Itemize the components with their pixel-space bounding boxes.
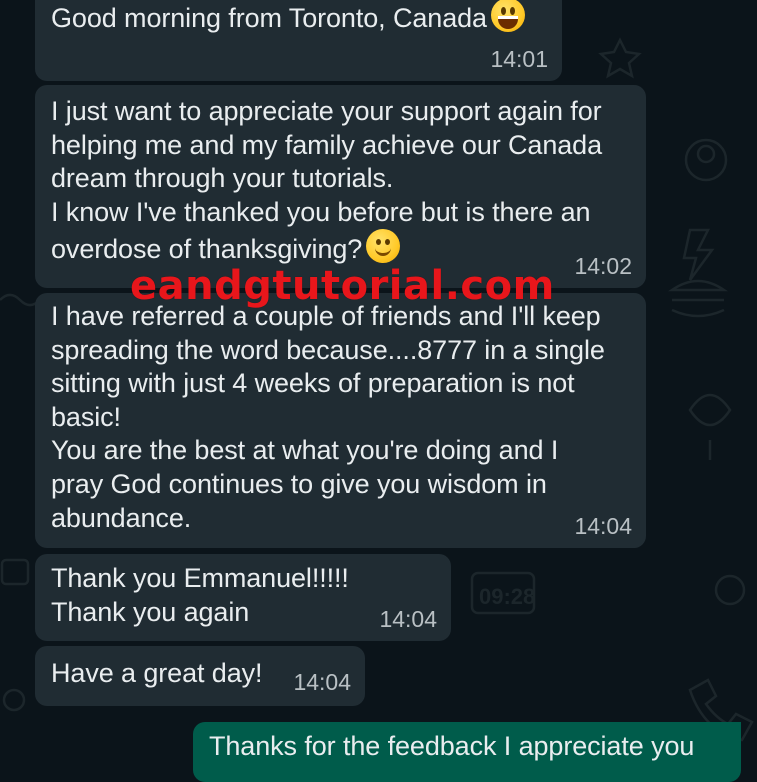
message-bubble[interactable]: Good morning from Toronto, Canada 14:01 xyxy=(35,0,562,81)
message-bubble[interactable]: Have a great day! 14:04 xyxy=(35,646,365,706)
message-bubble[interactable]: Thank you Emmanuel!!!!! Thank you again … xyxy=(35,554,451,641)
message-text: I just want to appreciate your support a… xyxy=(51,85,630,267)
doodle-burger-icon xyxy=(667,279,729,318)
message-text-content: I just want to appreciate your support a… xyxy=(51,96,603,265)
message-bubble[interactable]: I have referred a couple of friends and … xyxy=(35,293,646,548)
doodle-ring-icon xyxy=(714,574,746,606)
message-bubble[interactable]: I just want to appreciate your support a… xyxy=(35,85,646,288)
message-text: Good morning from Toronto, Canada xyxy=(51,0,546,36)
doodle-wave-icon xyxy=(0,293,41,307)
smiling-face-emoji-icon xyxy=(366,229,401,264)
watermark-text: eandgtutorial.com xyxy=(130,263,555,309)
outgoing-message-bubble[interactable]: Thanks for the feedback I appreciate you xyxy=(193,722,741,782)
doodle-bolt-icon xyxy=(682,228,715,281)
message-timestamp: 14:01 xyxy=(490,46,548,72)
doodle-box-icon xyxy=(0,558,30,586)
message-text: Thanks for the feedback I appreciate you xyxy=(209,731,695,761)
message-text: I have referred a couple of friends and … xyxy=(51,301,605,533)
message-text-content: Good morning from Toronto, Canada xyxy=(51,3,487,33)
message-timestamp: 14:04 xyxy=(379,606,437,632)
message-text: Thank you Emmanuel!!!!! Thank you again xyxy=(51,563,349,627)
doodle-star-icon xyxy=(598,37,642,79)
doodle-clock-text: 09:28 xyxy=(479,584,535,609)
message-timestamp: 14:04 xyxy=(293,669,351,695)
message-timestamp: 14:04 xyxy=(574,513,632,539)
doodle-balloon-icon xyxy=(688,393,732,460)
doodle-dot-icon xyxy=(2,688,26,712)
doodle-face-icon xyxy=(696,144,716,164)
grinning-face-emoji-icon xyxy=(490,0,525,32)
message-timestamp: 14:02 xyxy=(574,253,632,279)
